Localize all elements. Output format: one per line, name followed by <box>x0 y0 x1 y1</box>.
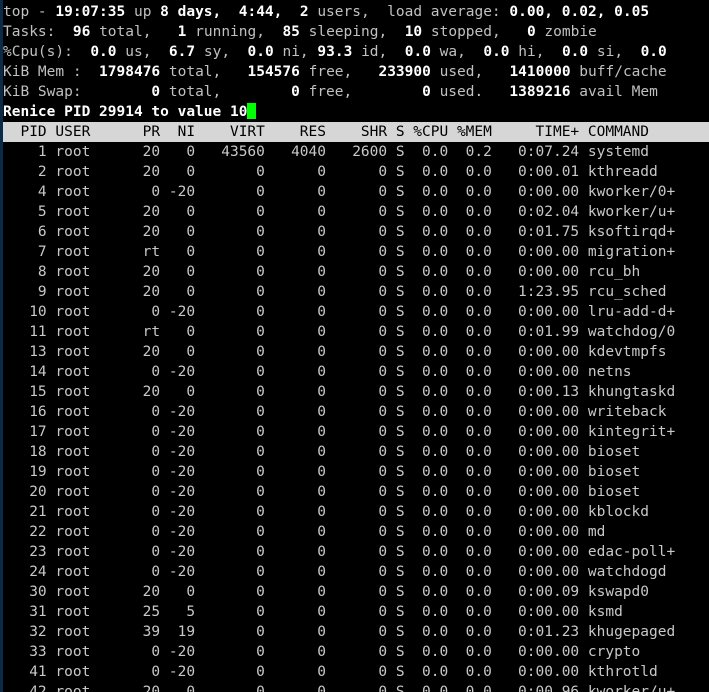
mem-total-label: total, <box>168 64 222 80</box>
swap-total-label: total, <box>168 84 222 100</box>
table-row[interactable]: 8 root 20 0 0 0 0 S 0.0 0.0 0:00.00 rcu_… <box>3 262 709 282</box>
swap-avail-value: 1389216 <box>509 84 571 100</box>
cpu-st-value: 0.0 <box>640 44 667 60</box>
table-row[interactable]: 41 root 0 -20 0 0 0 S 0.0 0.0 0:00.00 kt… <box>3 662 709 682</box>
table-row[interactable]: 16 root 0 -20 0 0 0 S 0.0 0.0 0:00.00 wr… <box>3 402 709 422</box>
cpu-ni-label: ni, <box>282 44 309 60</box>
tasks-running-label: running, <box>195 24 265 40</box>
process-table-header[interactable]: PID USER PR NI VIRT RES SHR S %CPU %MEM … <box>3 122 709 142</box>
uptime-clock: 19:07:35 <box>55 4 126 20</box>
cpu-hi-label: hi, <box>518 44 545 60</box>
tasks-zombie-label: zombie <box>544 24 597 40</box>
table-row[interactable]: 19 root 0 -20 0 0 0 S 0.0 0.0 0:00.00 bi… <box>3 462 709 482</box>
renice-prompt-line[interactable]: Renice PID 29914 to value 10 <box>3 102 709 122</box>
load-avg-5: 0.02, <box>561 4 606 20</box>
mem-line: KiB Mem : 1798476 total, 154576 free, 23… <box>3 62 709 82</box>
cpu-ni-value: 0.0 <box>247 44 274 60</box>
uptime-prefix: top - <box>3 4 56 20</box>
cpu-sy-label: sy, <box>203 44 231 60</box>
users-label: users, load average: <box>308 4 510 20</box>
tasks-total-value: 96 <box>72 24 91 40</box>
table-row[interactable]: 1 root 20 0 43560 4040 2600 S 0.0 0.2 0:… <box>3 142 709 162</box>
table-row[interactable]: 32 root 39 19 0 0 0 S 0.0 0.0 0:01.23 kh… <box>3 622 709 642</box>
process-table-body[interactable]: 1 root 20 0 43560 4040 2600 S 0.0 0.2 0:… <box>3 142 709 692</box>
users-count: 2 <box>299 4 309 20</box>
cpu-us-value: 0.0 <box>90 44 117 60</box>
tasks-sleeping-label: sleeping, <box>308 24 388 40</box>
table-row[interactable]: 33 root 0 -20 0 0 0 S 0.0 0.0 0:00.00 cr… <box>3 642 709 662</box>
table-row[interactable]: 5 root 20 0 0 0 0 S 0.0 0.0 0:02.04 kwor… <box>3 202 709 222</box>
table-row[interactable]: 2 root 20 0 0 0 0 S 0.0 0.0 0:00.01 kthr… <box>3 162 709 182</box>
tasks-stopped-value: 10 <box>404 24 423 40</box>
cpu-id-label: id, <box>361 44 388 60</box>
load-avg-1: 0.00, <box>509 4 554 20</box>
tasks-total-label: total, <box>99 24 152 40</box>
mem-used-value: 233900 <box>378 64 431 80</box>
mem-free-label: free, <box>308 64 353 80</box>
uptime-hours: 4:44, <box>238 4 283 20</box>
mem-buffcache-value: 1410000 <box>509 64 571 80</box>
table-row[interactable]: 4 root 0 -20 0 0 0 S 0.0 0.0 0:00.00 kwo… <box>3 182 709 202</box>
tasks-sleeping-value: 85 <box>282 24 300 40</box>
renice-prompt-text: Renice PID 29914 to value <box>3 104 230 120</box>
top-summary-panel: top - 19:07:35 up 8 days, 4:44, 2 users,… <box>3 0 709 122</box>
tasks-zombie-value: 0 <box>526 24 536 40</box>
swap-avail-label: avail Mem <box>579 84 658 100</box>
table-row[interactable]: 9 root 20 0 0 0 0 S 0.0 0.0 1:23.95 rcu_… <box>3 282 709 302</box>
uptime-up-label: up <box>125 4 161 20</box>
cpu-id-value: 93.3 <box>317 44 353 60</box>
swap-free-value: 0 <box>291 84 300 100</box>
table-row[interactable]: 18 root 0 -20 0 0 0 S 0.0 0.0 0:00.00 bi… <box>3 442 709 462</box>
cpu-si-label: si, <box>596 44 624 60</box>
tasks-line: Tasks: 96 total, 1 running, 85 sleeping,… <box>3 22 709 42</box>
table-row[interactable]: 20 root 0 -20 0 0 0 S 0.0 0.0 0:00.00 bi… <box>3 482 709 502</box>
cpu-si-value: 0.0 <box>561 44 589 60</box>
swap-line: KiB Swap: 0 total, 0 free, 0 used. 13892… <box>3 82 709 102</box>
uptime-days: 8 days, <box>160 4 222 20</box>
terminal-window[interactable]: top - 19:07:35 up 8 days, 4:44, 2 users,… <box>0 0 709 692</box>
cpu-label: %Cpu(s): <box>3 44 73 60</box>
table-row[interactable]: 10 root 0 -20 0 0 0 S 0.0 0.0 0:00.00 lr… <box>3 302 709 322</box>
table-row[interactable]: 23 root 0 -20 0 0 0 S 0.0 0.0 0:00.00 ed… <box>3 542 709 562</box>
cpu-line: %Cpu(s): 0.0 us, 6.7 sy, 0.0 ni, 93.3 id… <box>3 42 709 62</box>
mem-free-value: 154576 <box>247 64 300 80</box>
cpu-wa-value: 0.0 <box>404 44 431 60</box>
mem-buffcache-label: buff/cache <box>579 64 667 80</box>
table-row[interactable]: 31 root 25 5 0 0 0 S 0.0 0.0 0:00.00 ksm… <box>3 602 709 622</box>
cpu-us-label: us, <box>125 44 152 60</box>
cpu-wa-label: wa, <box>439 44 466 60</box>
table-row[interactable]: 17 root 0 -20 0 0 0 S 0.0 0.0 0:00.00 ki… <box>3 422 709 442</box>
load-avg-15: 0.05 <box>614 4 650 20</box>
table-row[interactable]: 14 root 0 -20 0 0 0 S 0.0 0.0 0:00.00 ne… <box>3 362 709 382</box>
mem-label: KiB Mem : <box>3 64 82 80</box>
mem-total-value: 1798476 <box>99 64 161 80</box>
swap-label: KiB Swap: <box>3 84 82 100</box>
mem-used-label: used, <box>439 64 484 80</box>
table-row[interactable]: 24 root 0 -20 0 0 0 S 0.0 0.0 0:00.00 wa… <box>3 562 709 582</box>
swap-used-value: 0 <box>422 84 431 100</box>
table-row[interactable]: 42 root 20 0 0 0 0 S 0.0 0.0 0:00.96 kwo… <box>3 682 709 692</box>
table-row[interactable]: 30 root 20 0 0 0 0 S 0.0 0.0 0:00.09 ksw… <box>3 582 709 602</box>
renice-input[interactable]: 10 <box>230 104 247 120</box>
table-row[interactable]: 22 root 0 -20 0 0 0 S 0.0 0.0 0:00.00 md <box>3 522 709 542</box>
swap-free-label: free, <box>308 84 353 100</box>
table-row[interactable]: 13 root 20 0 0 0 0 S 0.0 0.0 0:00.00 kde… <box>3 342 709 362</box>
tasks-label: Tasks: <box>3 24 56 40</box>
swap-used-label: used. <box>439 84 484 100</box>
tasks-stopped-label: stopped, <box>430 24 501 40</box>
table-row[interactable]: 6 root 20 0 0 0 0 S 0.0 0.0 0:01.75 ksof… <box>3 222 709 242</box>
table-row[interactable]: 21 root 0 -20 0 0 0 S 0.0 0.0 0:00.00 kb… <box>3 502 709 522</box>
uptime-line: top - 19:07:35 up 8 days, 4:44, 2 users,… <box>3 2 709 22</box>
text-cursor <box>247 103 256 119</box>
swap-total-value: 0 <box>151 84 161 100</box>
cpu-hi-value: 0.0 <box>483 44 510 60</box>
table-row[interactable]: 7 root rt 0 0 0 0 S 0.0 0.0 0:00.00 migr… <box>3 242 709 262</box>
terminal-left-edge <box>0 0 3 692</box>
table-row[interactable]: 15 root 20 0 0 0 0 S 0.0 0.0 0:00.13 khu… <box>3 382 709 402</box>
cpu-sy-value: 6.7 <box>168 44 196 60</box>
table-row[interactable]: 11 root rt 0 0 0 0 S 0.0 0.0 0:01.99 wat… <box>3 322 709 342</box>
